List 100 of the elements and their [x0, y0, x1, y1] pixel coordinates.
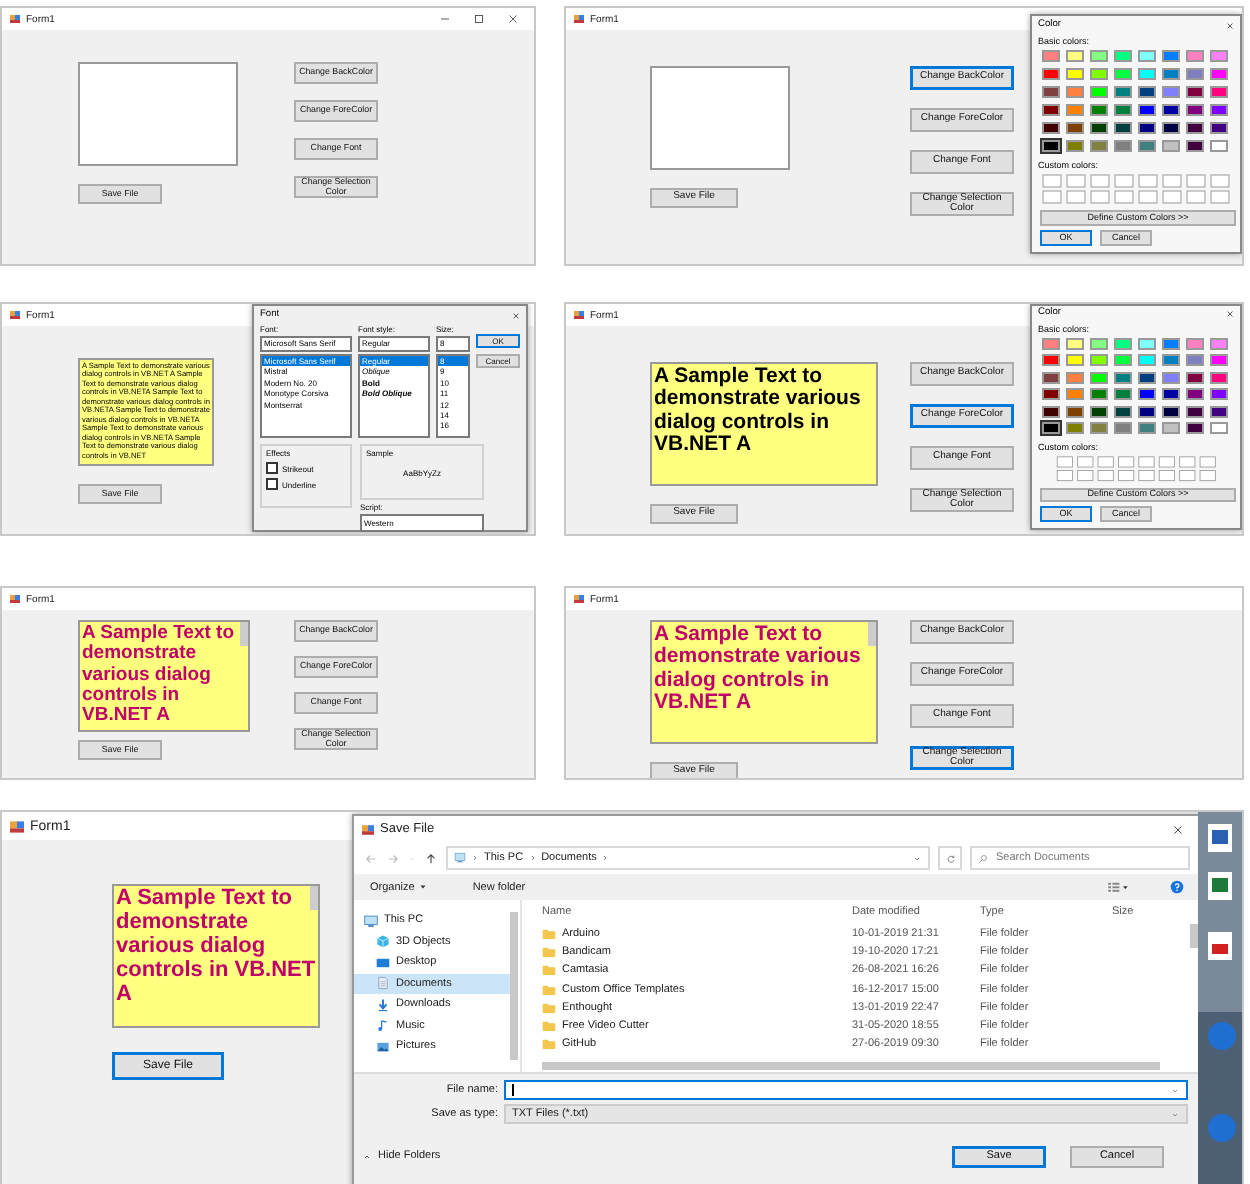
color-swatch[interactable]	[1042, 86, 1060, 98]
text-box[interactable]: A Sample Text to demonstrate various dialog controls in VB.NET A	[650, 620, 878, 744]
color-swatch[interactable]	[1186, 86, 1204, 98]
color-swatch[interactable]	[1162, 104, 1180, 116]
color-swatch[interactable]	[1090, 354, 1108, 367]
text-box[interactable]: A Sample Text to demonstrate various dialog controls in VB.NET A	[650, 362, 878, 486]
minimize-icon[interactable]	[440, 14, 450, 24]
color-swatch[interactable]	[1186, 405, 1204, 418]
color-swatch[interactable]	[1114, 104, 1132, 116]
color-swatch[interactable]	[1162, 68, 1180, 80]
checkbox[interactable]	[266, 462, 278, 474]
color-swatch[interactable]	[1066, 68, 1084, 80]
color-swatch[interactable]	[1210, 354, 1228, 367]
color-swatch[interactable]	[1042, 337, 1060, 350]
color-swatch[interactable]	[1042, 104, 1060, 116]
color-swatch[interactable]	[1138, 422, 1156, 435]
color-swatch[interactable]	[1162, 122, 1180, 134]
color-swatch[interactable]	[1090, 122, 1108, 134]
color-swatch[interactable]	[1162, 405, 1180, 418]
back-arrow-icon[interactable]	[364, 851, 378, 865]
color-swatch[interactable]	[1162, 140, 1180, 152]
color-swatch[interactable]	[1162, 86, 1180, 98]
color-swatch[interactable]	[1042, 405, 1060, 418]
color-swatch[interactable]	[1210, 86, 1228, 98]
scrollbar[interactable]	[240, 622, 248, 646]
color-swatch[interactable]	[1186, 68, 1204, 80]
color-swatch[interactable]	[1138, 140, 1156, 152]
color-swatch[interactable]	[1186, 122, 1204, 134]
color-swatch[interactable]	[1210, 371, 1228, 384]
color-swatch[interactable]	[1066, 422, 1084, 435]
color-swatch[interactable]	[1186, 140, 1204, 152]
color-swatch[interactable]	[1210, 337, 1228, 350]
color-swatch[interactable]	[1138, 354, 1156, 367]
scrollbar[interactable]	[1190, 924, 1198, 948]
scrollbar[interactable]	[868, 622, 876, 646]
color-swatch[interactable]	[1138, 371, 1156, 384]
color-swatch[interactable]	[1162, 337, 1180, 350]
color-swatch[interactable]	[1114, 388, 1132, 401]
color-swatch[interactable]	[1114, 86, 1132, 98]
color-swatch[interactable]	[1114, 122, 1132, 134]
color-swatch[interactable]	[1210, 104, 1228, 116]
color-swatch[interactable]	[1066, 50, 1084, 62]
view-options-icon[interactable]	[1106, 880, 1130, 894]
color-swatch[interactable]	[1042, 388, 1060, 401]
color-swatch[interactable]	[1066, 337, 1084, 350]
color-swatch[interactable]	[1138, 388, 1156, 401]
color-swatch[interactable]	[1066, 140, 1084, 152]
color-swatch[interactable]	[1066, 354, 1084, 367]
color-swatch[interactable]	[1114, 140, 1132, 152]
close-icon[interactable]	[1172, 823, 1184, 835]
color-swatch[interactable]	[1186, 422, 1204, 435]
color-swatch[interactable]	[1186, 371, 1204, 384]
refresh-button[interactable]	[938, 846, 962, 870]
color-swatch[interactable]	[1186, 388, 1204, 401]
color-swatch[interactable]	[1186, 354, 1204, 367]
color-swatch[interactable]	[1090, 388, 1108, 401]
color-swatch[interactable]	[1090, 422, 1108, 435]
close-icon[interactable]	[508, 14, 518, 24]
color-swatch[interactable]	[1090, 50, 1108, 62]
color-swatch[interactable]	[1090, 405, 1108, 418]
color-swatch[interactable]	[1042, 140, 1060, 152]
color-swatch[interactable]	[1210, 405, 1228, 418]
color-swatch[interactable]	[1210, 50, 1228, 62]
color-swatch[interactable]	[1114, 422, 1132, 435]
color-swatch[interactable]	[1042, 50, 1060, 62]
file-name-field[interactable]	[504, 1080, 1188, 1100]
color-swatch[interactable]	[1066, 122, 1084, 134]
color-swatch[interactable]	[1066, 371, 1084, 384]
color-swatch[interactable]	[1114, 337, 1132, 350]
color-swatch[interactable]	[1042, 68, 1060, 80]
color-swatch[interactable]	[1210, 68, 1228, 80]
color-swatch[interactable]	[1090, 140, 1108, 152]
close-icon[interactable]	[1226, 21, 1234, 29]
text-box[interactable]: A Sample Text to demonstrate various dialog controls in VB.NET A	[112, 884, 320, 1028]
color-swatch[interactable]	[1162, 388, 1180, 401]
scrollbar[interactable]	[310, 886, 318, 910]
color-swatch[interactable]	[1162, 50, 1180, 62]
close-icon[interactable]	[1226, 309, 1234, 318]
color-swatch[interactable]	[1138, 122, 1156, 134]
color-swatch[interactable]	[1114, 354, 1132, 367]
color-swatch[interactable]	[1138, 104, 1156, 116]
color-swatch[interactable]	[1090, 337, 1108, 350]
caret-icon[interactable]	[418, 882, 429, 892]
color-swatch[interactable]	[1066, 86, 1084, 98]
color-swatch[interactable]	[1114, 68, 1132, 80]
color-swatch[interactable]	[1162, 371, 1180, 384]
scrollbar[interactable]	[542, 1062, 1160, 1070]
custom-colors-drawing[interactable]	[1042, 174, 1234, 204]
color-swatch[interactable]	[1114, 50, 1132, 62]
color-swatch[interactable]	[1186, 104, 1204, 116]
color-swatch[interactable]	[1138, 86, 1156, 98]
color-swatch[interactable]	[1090, 371, 1108, 384]
text-box[interactable]: A Sample Text to demonstrate various dialog controls in VB.NET A	[78, 620, 250, 732]
color-swatch[interactable]	[1162, 422, 1180, 435]
color-swatch[interactable]	[1138, 50, 1156, 62]
color-swatch[interactable]	[1162, 354, 1180, 367]
color-swatch[interactable]	[1042, 422, 1060, 435]
color-swatch[interactable]	[1066, 405, 1084, 418]
color-swatch[interactable]	[1066, 104, 1084, 116]
text-box[interactable]	[78, 62, 238, 166]
